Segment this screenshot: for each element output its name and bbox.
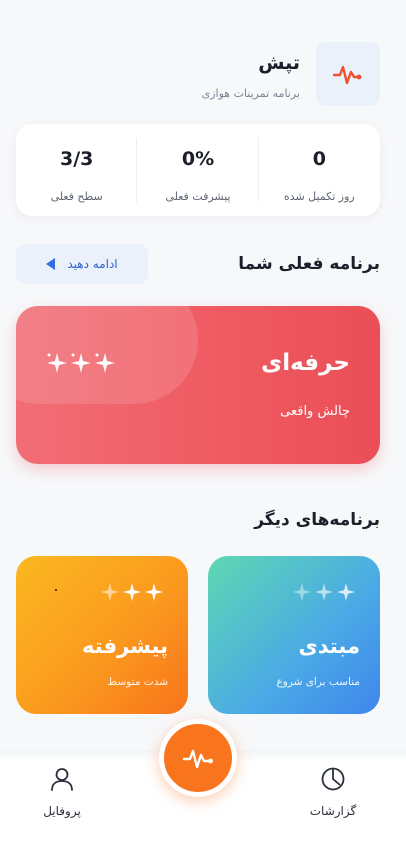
current-program-card[interactable]: حرفه‌ای چالش واقعی xyxy=(16,306,380,464)
nav-label-reports: گزارشات xyxy=(309,804,357,818)
nav-item-profile[interactable]: پروفایل xyxy=(22,766,102,818)
stat-current-progress: 0% پیشرفت فعلی xyxy=(137,124,260,216)
beginner-program-subtitle: مناسب برای شروع xyxy=(276,676,360,688)
stat-label: پیشرفت فعلی xyxy=(165,190,231,203)
header: تپش برنامه تمرینات هوازی xyxy=(0,42,406,108)
stat-current-level: 3/3 سطح فعلی xyxy=(16,124,138,216)
dot-mark xyxy=(55,589,57,591)
heartbeat-icon xyxy=(182,749,213,769)
advanced-program-title: پیشرفته xyxy=(82,634,168,658)
advanced-program-subtitle: شدت متوسط xyxy=(107,676,168,688)
current-program-heading: برنامه فعلی شما xyxy=(238,254,380,274)
other-programs-heading: برنامه‌های دیگر xyxy=(254,510,380,530)
stat-label: سطح فعلی xyxy=(50,190,103,203)
stat-days-completed: 0 روز تکمیل شده xyxy=(259,124,380,216)
stat-value: 0% xyxy=(181,148,215,170)
start-workout-button[interactable] xyxy=(159,719,237,797)
beginner-program-title: مبتدی xyxy=(298,634,360,658)
sparkles-icon xyxy=(292,582,356,602)
current-program-subtitle: چالش واقعی xyxy=(280,404,350,419)
heartbeat-icon xyxy=(333,65,362,85)
continue-label: ادامه دهید xyxy=(67,257,118,271)
advanced-program-card[interactable]: پیشرفته شدت متوسط xyxy=(16,556,188,714)
current-program-title: حرفه‌ای xyxy=(261,350,350,376)
nav-item-reports[interactable]: گزارشات xyxy=(293,766,373,818)
continue-button[interactable]: ادامه دهید xyxy=(16,244,148,284)
stats-card: 0 روز تکمیل شده 0% پیشرفت فعلی 3/3 سطح ف… xyxy=(16,124,380,216)
stat-value: 3/3 xyxy=(59,148,94,170)
app-screen: تپش برنامه تمرینات هوازی 0 روز تکمیل شده… xyxy=(0,0,406,850)
app-logo xyxy=(316,42,380,106)
sparkles-icon xyxy=(100,582,164,602)
pie-chart-icon xyxy=(321,767,345,791)
app-subtitle: برنامه تمرینات هوازی xyxy=(201,87,300,100)
stat-value: 0 xyxy=(312,148,326,170)
beginner-program-card[interactable]: مبتدی مناسب برای شروع xyxy=(208,556,380,714)
sparkles-icon xyxy=(46,352,116,374)
nav-label-profile: پروفایل xyxy=(43,804,81,818)
user-icon xyxy=(51,768,73,791)
play-arrow-icon xyxy=(46,258,56,270)
app-title: تپش xyxy=(258,52,300,74)
stat-label: روز تکمیل شده xyxy=(283,190,355,203)
